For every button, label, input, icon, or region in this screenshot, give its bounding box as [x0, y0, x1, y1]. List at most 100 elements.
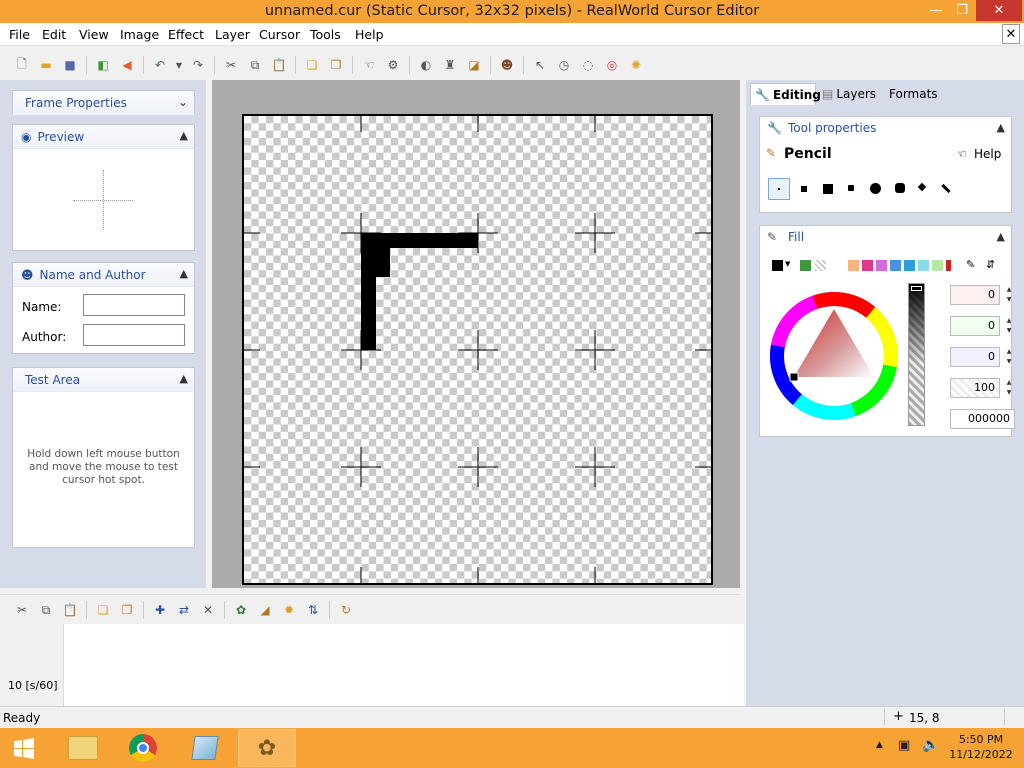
swatch-pink[interactable] — [862, 260, 873, 271]
alpha-spinner[interactable]: ▲ ▼ — [1002, 378, 1016, 398]
undo-dropdown-icon[interactable]: ▼ — [175, 56, 183, 74]
document-close-button[interactable]: ✕ — [1002, 24, 1020, 44]
minimize-button[interactable]: — — [924, 0, 948, 21]
save-icon[interactable]: ■ — [61, 56, 79, 74]
swatch-light-green[interactable] — [932, 260, 943, 271]
import-icon[interactable]: ◧ — [94, 56, 112, 74]
help-hand-icon[interactable]: ☜ — [956, 147, 967, 161]
menu-view[interactable]: View — [79, 27, 109, 42]
reorder-icon[interactable]: ⇅ — [304, 601, 322, 619]
delete-frame-icon[interactable]: ✕ — [199, 601, 217, 619]
taskbar-cursor-editor[interactable]: ✿ — [238, 729, 296, 767]
close-button[interactable]: ✕ — [976, 0, 1022, 21]
green-spinner[interactable]: ▲ ▼ — [1002, 316, 1016, 336]
green-input[interactable]: 0 — [950, 316, 1000, 336]
blue-spinner[interactable]: ▲ ▼ — [1002, 347, 1016, 367]
move-frame-icon[interactable]: ⇄ — [175, 601, 193, 619]
chevron-up-icon[interactable]: ▲ — [997, 230, 1005, 243]
dotted-circle-icon[interactable]: ◌ — [579, 56, 597, 74]
frame-thumbnail[interactable]: 10 [s/60] — [0, 624, 64, 706]
insert-frame-icon[interactable]: ❐ — [118, 601, 136, 619]
paste-frame-icon[interactable]: 📋 — [61, 601, 79, 619]
show-hidden-icons[interactable]: ▲ — [876, 740, 883, 750]
stamp-icon[interactable]: ♜ — [441, 56, 459, 74]
copy-icon[interactable]: ⧉ — [246, 56, 264, 74]
value-slider[interactable] — [908, 283, 925, 426]
menu-image[interactable]: Image — [120, 27, 159, 42]
user-icon[interactable]: ☻ — [498, 56, 516, 74]
refresh-icon[interactable]: ↻ — [337, 601, 355, 619]
restore-button[interactable]: ❐ — [950, 0, 974, 21]
cursor-settings-icon[interactable]: ⚙ — [384, 56, 402, 74]
chevron-up-icon[interactable]: ▲ — [180, 267, 188, 280]
duplicate-icon[interactable]: ❏ — [303, 56, 321, 74]
menu-effect[interactable]: Effect — [168, 27, 204, 42]
cut-icon[interactable]: ✂ — [222, 56, 240, 74]
menu-file[interactable]: File — [9, 27, 30, 42]
swatch-blue[interactable] — [890, 260, 901, 271]
brush-size-3[interactable] — [823, 184, 833, 194]
brush-size-7[interactable] — [917, 182, 927, 192]
swatch-red[interactable] — [946, 260, 951, 271]
alpha-input[interactable]: 100 — [950, 378, 1000, 398]
brush-size-8[interactable] — [941, 183, 951, 194]
brush-size-2[interactable] — [801, 186, 807, 192]
target-icon[interactable]: ◎ — [603, 56, 621, 74]
hex-color-input[interactable]: 000000 — [950, 409, 1015, 429]
primary-color-swatch[interactable] — [772, 260, 783, 271]
menu-edit[interactable]: Edit — [42, 27, 66, 42]
menu-layer[interactable]: Layer — [215, 27, 250, 42]
author-input[interactable] — [83, 324, 185, 346]
blue-input[interactable]: 0 — [950, 347, 1000, 367]
sun-icon[interactable]: ✹ — [280, 601, 298, 619]
open-folder-icon[interactable]: ▬ — [37, 56, 55, 74]
menu-tools[interactable]: Tools — [310, 27, 341, 42]
frame-properties-panel[interactable]: Frame Properties ⌄ — [12, 90, 195, 115]
brush-size-1[interactable] — [768, 178, 790, 200]
menu-help[interactable]: Help — [355, 27, 384, 42]
brush-size-6[interactable] — [895, 183, 905, 193]
color-wheel[interactable] — [768, 290, 900, 422]
swatch-orange[interactable] — [848, 260, 859, 271]
taskbar-chrome[interactable] — [114, 729, 172, 767]
redo-icon[interactable]: ↷ — [189, 56, 207, 74]
paste-icon[interactable]: 📋 — [270, 56, 288, 74]
duplicate-frame-icon[interactable]: ❏ — [94, 601, 112, 619]
swatch-cyan[interactable] — [904, 260, 915, 271]
new-file-icon[interactable]: 🗋 — [13, 56, 31, 74]
preview-sound-icon[interactable]: ◀ — [118, 56, 136, 74]
copy-frame-icon[interactable]: ⧉ — [37, 601, 55, 619]
color-dropdown-icon[interactable]: ▼ — [785, 260, 790, 268]
swatch-transparent[interactable] — [815, 260, 826, 271]
red-input[interactable]: 0 — [950, 285, 1000, 305]
chevron-up-icon[interactable]: ▲ — [180, 372, 188, 385]
clock[interactable]: 5:50 PM 11/12/2022 — [946, 732, 1016, 762]
start-button[interactable] — [0, 729, 48, 767]
pointer-hand-icon[interactable]: ☜ — [360, 56, 378, 74]
contrast-icon[interactable]: ◐ — [417, 56, 435, 74]
cut-frame-icon[interactable]: ✂ — [13, 601, 31, 619]
undo-icon[interactable]: ↶ — [151, 56, 169, 74]
taskbar-file-explorer[interactable] — [54, 729, 112, 767]
chevron-up-icon[interactable]: ▲ — [997, 121, 1005, 134]
frame-effects-icon[interactable]: ✿ — [232, 601, 250, 619]
taskbar-app-notes[interactable] — [176, 729, 234, 767]
swatch-light-cyan[interactable] — [918, 260, 929, 271]
swatch-green[interactable] — [800, 260, 811, 271]
swap-colors-icon[interactable]: ⇵ — [986, 258, 995, 271]
test-area-panel[interactable]: Test Area ▲ Hold down left mouse button … — [12, 367, 195, 548]
burst-icon[interactable]: ✺ — [627, 56, 645, 74]
pixel-canvas[interactable] — [242, 114, 713, 585]
tab-formats[interactable]: Formats — [889, 83, 949, 105]
eyedropper-icon[interactable]: ✎ — [966, 258, 975, 271]
chevron-up-icon[interactable]: ▲ — [180, 129, 188, 142]
brush-size-4[interactable] — [848, 185, 854, 191]
gradient-icon[interactable]: ◢ — [256, 601, 274, 619]
eraser-icon[interactable]: ◪ — [465, 56, 483, 74]
arrow-pointer-icon[interactable]: ↖ — [531, 56, 549, 74]
brush-size-5[interactable] — [870, 183, 881, 194]
swatch-violet[interactable] — [876, 260, 887, 271]
name-input[interactable] — [83, 294, 185, 316]
menu-cursor[interactable]: Cursor — [259, 27, 300, 42]
red-spinner[interactable]: ▲ ▼ — [1002, 285, 1016, 305]
